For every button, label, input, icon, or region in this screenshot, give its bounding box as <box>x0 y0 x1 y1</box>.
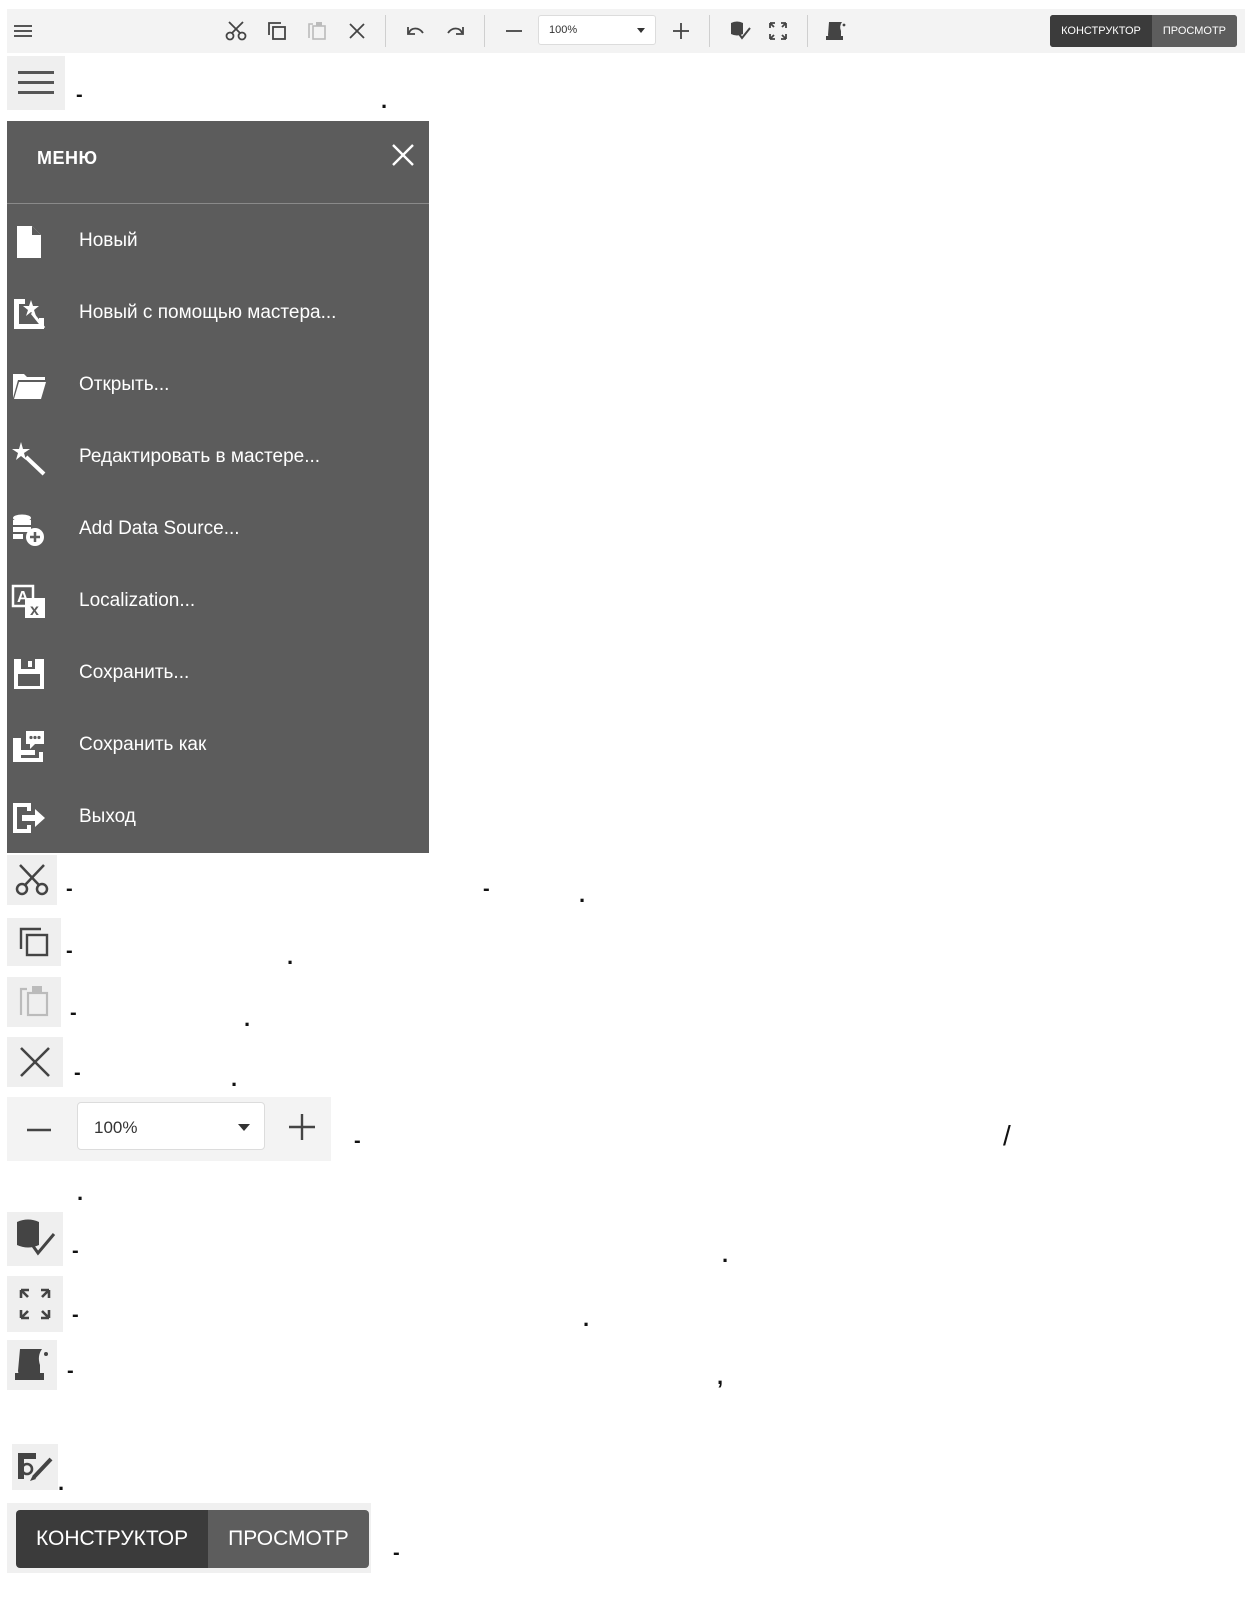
chevron-down-icon <box>238 1124 250 1131</box>
top-toolbar: 100% КОНСТРУКТОР ПРОСМОТР <box>7 9 1245 53</box>
legend-dot: . <box>381 88 388 113</box>
chevron-down-icon <box>637 28 645 33</box>
legend-dot: . <box>722 1242 729 1267</box>
save-as-icon <box>10 727 48 765</box>
zoom-in-icon[interactable] <box>667 17 695 45</box>
zoom-out-icon[interactable] <box>500 17 528 45</box>
menu-item-new[interactable]: Новый <box>7 205 429 277</box>
zoom-select: 100% <box>77 1102 265 1150</box>
legend-dot: . <box>583 1306 590 1331</box>
copy-icon[interactable] <box>263 17 291 45</box>
legend-dot: . <box>231 1066 238 1091</box>
designer-mode-button[interactable]: КОНСТРУКТОР <box>1050 15 1152 47</box>
edit-expression-icon <box>12 1444 58 1490</box>
validate-bindings-icon <box>7 1212 63 1266</box>
zoom-value: 100% <box>94 1118 138 1137</box>
hamburger-menu-icon[interactable] <box>9 17 37 45</box>
toolbar-separator <box>709 15 710 47</box>
menu-item-exit[interactable]: Выход <box>7 781 429 853</box>
close-icon[interactable] <box>389 141 417 169</box>
legend-dash: - <box>66 878 73 900</box>
paste-icon[interactable] <box>303 17 331 45</box>
legend-dash: - <box>354 1130 361 1152</box>
menu-item-new-wizard[interactable]: Новый с помощью мастера... <box>7 277 429 349</box>
legend-dash: - <box>393 1542 400 1564</box>
toolbar-separator <box>807 15 808 47</box>
legend-dash: - <box>66 940 73 962</box>
legend-dot: . <box>287 944 294 969</box>
hamburger-menu-icon <box>7 56 65 110</box>
mode-switch-buttons: КОНСТРУКТОР ПРОСМОТР <box>16 1510 369 1568</box>
delete-icon <box>7 1037 63 1087</box>
legend-dash: - <box>74 1062 81 1084</box>
legend-dot: . <box>244 1006 251 1031</box>
script-icon[interactable] <box>822 17 850 45</box>
undo-icon[interactable] <box>402 17 430 45</box>
menu-item-label: Localization... <box>79 590 196 611</box>
paste-icon <box>7 977 61 1027</box>
toolbar-separator <box>484 15 485 47</box>
exit-icon <box>10 799 48 837</box>
legend-dash: - <box>67 1360 74 1382</box>
menu-header: МЕНЮ <box>7 121 429 204</box>
validate-bindings-icon[interactable] <box>726 17 754 45</box>
preview-mode-button: ПРОСМОТР <box>208 1510 369 1568</box>
preview-mode-button[interactable]: ПРОСМОТР <box>1151 15 1237 47</box>
new-file-icon <box>10 223 48 261</box>
redo-icon[interactable] <box>441 17 469 45</box>
wizard-new-icon <box>10 295 48 333</box>
menu-item-save[interactable]: Сохранить... <box>7 637 429 709</box>
folder-open-icon <box>10 367 48 405</box>
legend-dash: - <box>70 1002 77 1024</box>
legend-slash: / <box>1003 1120 1011 1151</box>
designer-mode-button: КОНСТРУКТОР <box>16 1510 209 1568</box>
legend-dash: - <box>76 84 83 106</box>
delete-icon[interactable] <box>343 17 371 45</box>
zoom-select[interactable]: 100% <box>538 15 656 45</box>
legend-dash: - <box>72 1240 79 1262</box>
fullscreen-icon <box>7 1276 63 1332</box>
legend-comma: , <box>717 1364 724 1389</box>
legend-dash: - <box>72 1304 79 1326</box>
main-menu-panel: МЕНЮ Новый Новый с помощью мастера... От… <box>7 121 429 853</box>
add-data-source-icon <box>10 511 48 549</box>
menu-item-edit-wizard[interactable]: Редактировать в мастере... <box>7 421 429 493</box>
menu-title: МЕНЮ <box>37 148 98 168</box>
legend-dot: . <box>579 882 586 907</box>
script-icon <box>7 1340 57 1390</box>
mode-switch: КОНСТРУКТОР ПРОСМОТР <box>1050 15 1237 47</box>
menu-item-label: Выход <box>79 806 136 827</box>
zoom-controls: 100% <box>7 1097 331 1161</box>
localization-icon: Ax <box>10 583 48 621</box>
magic-wand-icon <box>10 439 48 477</box>
menu-item-label: Сохранить как <box>79 734 207 755</box>
menu-item-label: Add Data Source... <box>79 518 240 539</box>
svg-text:x: x <box>30 602 39 619</box>
menu-item-add-data-source[interactable]: Add Data Source... <box>7 493 429 565</box>
menu-item-label: Открыть... <box>79 374 170 395</box>
zoom-value: 100% <box>549 24 578 36</box>
legend-dash: - <box>483 878 490 900</box>
toolbar-separator <box>385 15 386 47</box>
menu-item-label: Сохранить... <box>79 662 190 683</box>
legend-dot: . <box>58 1470 65 1495</box>
fullscreen-icon[interactable] <box>764 17 792 45</box>
cut-icon[interactable] <box>222 17 250 45</box>
save-icon <box>10 655 48 693</box>
zoom-out-icon <box>25 1116 53 1149</box>
menu-item-localization[interactable]: Ax Localization... <box>7 565 429 637</box>
cut-icon <box>7 855 57 905</box>
menu-item-label: Новый <box>79 230 138 251</box>
menu-item-label: Редактировать в мастере... <box>79 446 321 467</box>
copy-icon <box>7 918 61 966</box>
menu-item-open[interactable]: Открыть... <box>7 349 429 421</box>
menu-item-save-as[interactable]: Сохранить как <box>7 709 429 781</box>
legend-dot: . <box>77 1180 84 1205</box>
zoom-in-icon <box>287 1112 317 1147</box>
menu-item-label: Новый с помощью мастера... <box>79 302 337 323</box>
mode-switch: КОНСТРУКТОР ПРОСМОТР <box>7 1503 371 1573</box>
